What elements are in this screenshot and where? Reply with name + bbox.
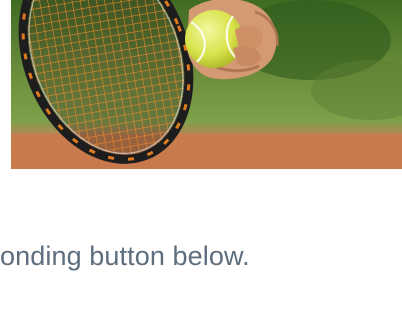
instruction-text: onding button below. — [0, 241, 250, 271]
tennis-ball-icon — [185, 10, 243, 68]
page: onding button below. — [0, 0, 402, 313]
tennis-photo — [11, 0, 402, 169]
